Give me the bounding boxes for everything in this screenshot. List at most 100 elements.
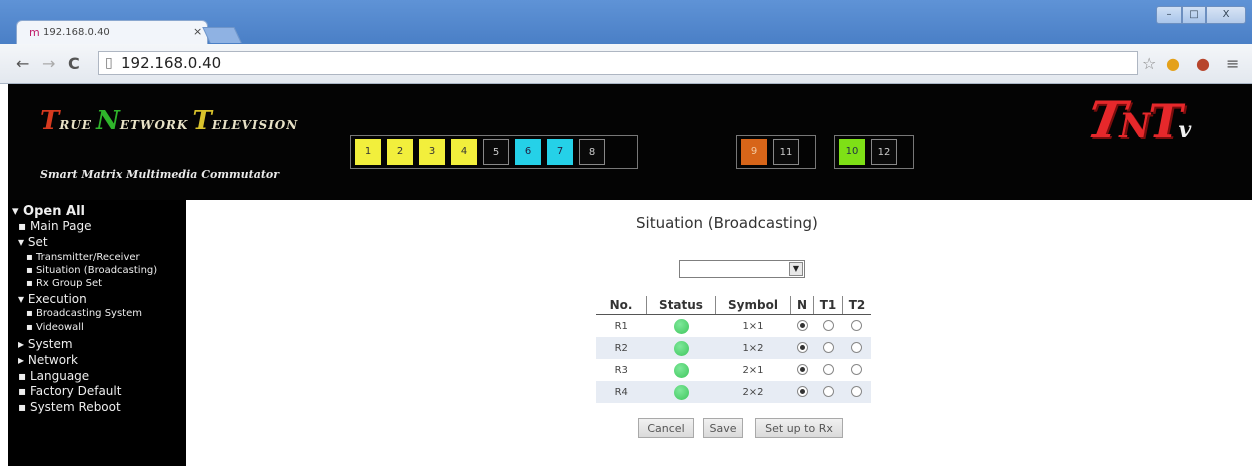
sidebar-item-videowall[interactable]: ▪ Videowall [26, 322, 84, 333]
channel-button-5[interactable]: 5 [483, 139, 509, 165]
menu-icon[interactable]: ≡ [1226, 54, 1239, 73]
browser-tab[interactable]: m 192.168.0.40 × [16, 20, 208, 44]
row-number: R2 [596, 337, 647, 359]
col-header-symbol: Symbol [715, 296, 791, 315]
row-symbol: 1×2 [715, 337, 791, 359]
status-online-icon [673, 362, 689, 378]
row-option-t1 [813, 381, 843, 403]
channel-button-7[interactable]: 7 [547, 139, 573, 165]
chevron-down-icon[interactable]: ▼ [789, 262, 803, 276]
save-button[interactable]: Save [703, 418, 743, 438]
channel-button-3[interactable]: 3 [419, 139, 445, 165]
table-row: R3 2×1 [596, 359, 871, 381]
radio-n[interactable] [796, 320, 808, 332]
status-online-icon [673, 318, 689, 334]
sidebar-item-situation[interactable]: ▪ Situation (Broadcasting) [26, 265, 157, 276]
browser-toolbar: ← → C ▯ 192.168.0.40 ☆ ● ● ≡ [0, 44, 1252, 84]
radio-n[interactable] [796, 364, 808, 376]
maximize-button[interactable]: □ [1182, 6, 1206, 24]
tab-close-button[interactable]: × [193, 25, 202, 38]
logo-word-rue: RUE [59, 118, 92, 132]
minimize-button[interactable]: – [1156, 6, 1182, 24]
close-window-button[interactable]: X [1206, 6, 1246, 24]
sidebar-item-main-page[interactable]: ▪ Main Page [18, 219, 91, 233]
channel-button-9[interactable]: 9 [741, 139, 767, 165]
sidebar-item-language[interactable]: ▪ Language [18, 369, 89, 383]
radio-t2[interactable] [851, 342, 863, 354]
sidebar-item-open-all[interactable]: ▾ Open All [12, 204, 85, 219]
channel-button-8[interactable]: 8 [579, 139, 605, 165]
sidebar-item-set[interactable]: ▾ Set [18, 235, 48, 249]
row-status [646, 381, 716, 403]
row-number: R3 [614, 364, 628, 376]
extension-icon-2[interactable]: ● [1196, 54, 1210, 73]
forward-arrow-icon[interactable]: → [42, 54, 55, 73]
row-status [647, 315, 716, 338]
radio-n[interactable] [796, 342, 808, 354]
mode-select[interactable]: ▼ [679, 260, 805, 278]
bookmark-star-icon[interactable]: ☆ [1142, 54, 1156, 73]
address-bar[interactable]: ▯ 192.168.0.40 [98, 51, 1138, 75]
sidebar-item-network[interactable]: ▸ Network [18, 353, 78, 367]
browser-titlebar: m 192.168.0.40 × – □ X [0, 0, 1252, 44]
sidebar-item-execution[interactable]: ▾ Execution [18, 292, 87, 306]
channel-button-10[interactable]: 10 [839, 139, 865, 165]
row-option-t2 [843, 315, 872, 338]
radio-n[interactable] [796, 386, 808, 398]
channel-button-11[interactable]: 11 [773, 139, 799, 165]
channel-button-4[interactable]: 4 [451, 139, 477, 165]
favicon-icon: m [29, 26, 40, 39]
sidebar-item-broadcasting-system[interactable]: ▪ Broadcasting System [26, 308, 142, 319]
channel-group-3: 10 12 [834, 135, 914, 169]
logo-initial-n: N [96, 106, 120, 136]
col-header-n: N [790, 296, 814, 315]
row-option-t2 [842, 337, 871, 359]
radio-t2[interactable] [851, 386, 863, 398]
radio-t1[interactable] [822, 364, 834, 376]
back-arrow-icon[interactable]: ← [16, 54, 29, 73]
row-number: R1 [614, 320, 628, 332]
brand-logo: TNTv [1082, 90, 1192, 149]
channel-button-1[interactable]: 1 [355, 139, 381, 165]
radio-t1[interactable] [822, 342, 834, 354]
row-option-n [791, 315, 814, 338]
sidebar-item-transmitter-receiver[interactable]: ▪ Transmitter/Receiver [26, 252, 140, 263]
table-header-row: No. Status Symbol N T1 T2 [596, 296, 871, 315]
row-option-t1 [814, 315, 843, 338]
status-online-icon [673, 340, 689, 356]
row-option-t1 [814, 359, 843, 381]
channel-button-12[interactable]: 12 [871, 139, 897, 165]
sidebar-item-system-reboot[interactable]: ▪ System Reboot [18, 400, 121, 414]
row-symbol: 1×1 [742, 320, 764, 332]
cancel-button[interactable]: Cancel [638, 418, 694, 438]
row-status [646, 337, 716, 359]
channel-button-6[interactable]: 6 [515, 139, 541, 165]
radio-t2[interactable] [851, 320, 863, 332]
col-header-status: Status [646, 296, 716, 315]
page-icon: ▯ [105, 55, 113, 71]
header-subtitle: Smart Matrix Multimedia Commutator [40, 168, 280, 181]
channel-group-1: 12345678 [350, 135, 638, 169]
page-title: Situation (Broadcasting) [636, 214, 818, 232]
radio-t2[interactable] [851, 364, 863, 376]
radio-t1[interactable] [822, 320, 834, 332]
sidebar-item-rx-group-set[interactable]: ▪ Rx Group Set [26, 278, 102, 289]
brand-wordmark: TRUE NETWORK TELEVISION [40, 106, 298, 136]
setup-to-rx-button[interactable]: Set up to Rx [755, 418, 843, 438]
logo-initial-t: T [40, 106, 60, 136]
header-banner: TRUE NETWORK TELEVISION Smart Matrix Mul… [8, 84, 1252, 200]
new-tab-button[interactable] [202, 27, 242, 43]
sidebar-item-factory-default[interactable]: ▪ Factory Default [18, 384, 121, 398]
col-header-no: No. [596, 296, 647, 315]
sidebar-menu: ▾ Open All ▪ Main Page ▾ Set ▪ Transmitt… [8, 200, 186, 466]
extension-icon[interactable]: ● [1166, 54, 1180, 73]
logo-initial-t2: T [192, 106, 212, 136]
table-row: R4 2×2 [596, 381, 871, 403]
reload-icon[interactable]: C [68, 54, 80, 73]
row-option-n [790, 337, 814, 359]
row-option-t2 [843, 359, 872, 381]
radio-t1[interactable] [822, 386, 834, 398]
channel-button-2[interactable]: 2 [387, 139, 413, 165]
sidebar-item-system[interactable]: ▸ System [18, 337, 73, 351]
logo-word-etwork: ETWORK [119, 118, 189, 132]
